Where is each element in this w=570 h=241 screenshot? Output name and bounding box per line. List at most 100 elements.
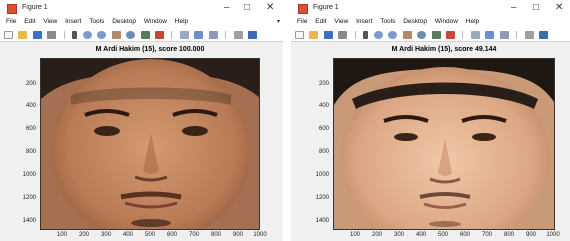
legend-icon[interactable] [208,31,218,39]
print-icon[interactable] [338,31,348,39]
maximize-button[interactable]: □ [244,2,250,14]
open-folder-icon[interactable] [18,31,28,39]
x-tick-label: 900 [232,232,243,238]
new-file-icon[interactable] [4,31,13,39]
figure-toolbar [0,29,283,42]
rotate-icon[interactable] [126,31,136,39]
legend-icon[interactable] [499,31,509,39]
x-tick-label: 800 [210,232,221,238]
menu-view[interactable]: View [334,18,348,25]
menu-insert[interactable]: Insert [356,18,372,25]
zoom-out-icon[interactable] [388,31,398,39]
colorbar-icon[interactable] [485,31,495,39]
y-tick-label: 1200 [315,195,329,201]
minimize-button[interactable]: – [224,2,230,14]
maximize-button[interactable]: □ [533,2,539,14]
x-tick-label: 600 [459,232,470,238]
image-axes[interactable] [40,58,260,230]
pointer-icon[interactable] [72,31,78,39]
dock-icon[interactable] [539,31,549,39]
menu-insert[interactable]: Insert [65,18,81,25]
menu-tools[interactable]: Tools [380,18,395,25]
y-tick-label: 400 [25,103,36,109]
print-icon[interactable] [47,31,57,39]
grid-icon[interactable] [233,31,243,39]
menu-help[interactable]: Help [466,18,479,25]
close-button[interactable]: ✕ [555,2,563,14]
x-tick-label: 500 [144,232,155,238]
y-tick-label: 800 [25,149,36,155]
menu-bar: File Edit View Insert Tools Desktop Wind… [0,18,283,29]
y-tick-label: 600 [318,126,329,132]
y-tick-label: 200 [25,81,36,87]
image-axes[interactable] [333,58,555,230]
colorbar-icon[interactable] [194,31,204,39]
brush-icon[interactable] [154,31,164,39]
x-tick-label: 500 [437,232,448,238]
toolbar-separator [516,31,518,39]
open-folder-icon[interactable] [309,31,319,39]
plot-title: M Ardi Hakim (15), score 100.000 [95,46,205,53]
pointer-icon[interactable] [363,31,369,39]
pan-icon[interactable] [402,31,412,39]
x-tick-label: 200 [371,232,382,238]
x-tick-label: 200 [78,232,89,238]
new-file-icon[interactable] [295,31,304,39]
menu-bar: File Edit View Insert Tools Desktop Wind… [291,18,570,29]
menu-desktop[interactable]: Desktop [112,18,136,25]
x-tick-label: 1000 [253,232,267,238]
zoom-in-icon[interactable] [82,31,92,39]
figure-window-2: Figure 1 – □ ✕ File Edit View Insert Too… [291,0,570,241]
save-icon[interactable] [32,31,42,39]
menu-help[interactable]: Help [175,18,188,25]
menu-file[interactable]: File [297,18,307,25]
window-title: Figure 1 [313,4,339,11]
y-tick-label: 400 [318,103,329,109]
toolbar-separator [462,31,464,39]
grid-icon[interactable] [524,31,534,39]
toolbar-separator [171,31,173,39]
window-title: Figure 1 [22,4,48,11]
menu-edit[interactable]: Edit [24,18,35,25]
zoom-in-icon[interactable] [373,31,383,39]
y-tick-label: 1400 [315,218,329,224]
menu-window[interactable]: Window [435,18,458,25]
brush-icon[interactable] [445,31,455,39]
minimize-button[interactable]: – [511,2,517,14]
menu-desktop[interactable]: Desktop [403,18,427,25]
menu-edit[interactable]: Edit [315,18,326,25]
menu-tools[interactable]: Tools [89,18,104,25]
y-tick-label: 800 [318,149,329,155]
matlab-figure-icon [7,4,17,14]
title-bar[interactable]: Figure 1 – □ ✕ [291,0,570,18]
x-tick-label: 300 [100,232,111,238]
matlab-figure-icon [298,4,308,14]
x-tick-label: 900 [525,232,536,238]
figure-canvas: M Ardi Hakim (15), score 100.000 200 400… [0,42,283,241]
y-tick-label: 1200 [22,195,36,201]
link-plot-icon[interactable] [470,31,480,39]
x-tick-label: 300 [393,232,404,238]
data-cursor-icon[interactable] [431,31,441,39]
menu-overflow-icon[interactable]: ▾ [277,18,280,25]
dock-icon[interactable] [248,31,258,39]
pan-icon[interactable] [111,31,121,39]
figure-window-1: Figure 1 – □ ✕ File Edit View Insert Too… [0,0,283,241]
x-tick-label: 400 [415,232,426,238]
menu-window[interactable]: Window [144,18,167,25]
y-tick-label: 600 [25,126,36,132]
zoom-out-icon[interactable] [97,31,107,39]
data-cursor-icon[interactable] [140,31,150,39]
title-bar[interactable]: Figure 1 – □ ✕ [0,0,283,18]
menu-view[interactable]: View [43,18,57,25]
close-button[interactable]: ✕ [266,2,274,14]
rotate-icon[interactable] [417,31,427,39]
save-icon[interactable] [323,31,333,39]
face-image [334,59,554,229]
link-plot-icon[interactable] [179,31,189,39]
x-tick-label: 700 [188,232,199,238]
toolbar-separator [63,31,65,39]
toolbar-separator [225,31,227,39]
x-tick-label: 800 [503,232,514,238]
menu-file[interactable]: File [6,18,16,25]
